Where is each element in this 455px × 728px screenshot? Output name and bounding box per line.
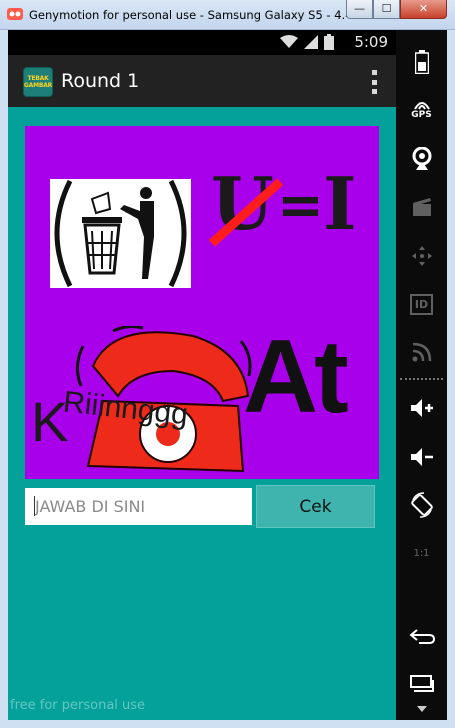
trash-bin-icon <box>54 179 187 288</box>
text-cursor <box>34 496 35 516</box>
genymotion-app-icon <box>7 8 23 20</box>
status-clock: 5:09 <box>354 33 388 51</box>
signal-icon <box>304 35 318 49</box>
back-arrow-icon <box>408 629 435 644</box>
gps-signal-icon <box>413 102 430 110</box>
rotate-button[interactable] <box>396 483 447 527</box>
battery-icon <box>324 34 334 50</box>
window-frame-bottom <box>0 720 455 728</box>
scroll-down-arrow[interactable] <box>396 698 447 720</box>
letters-at: At <box>243 319 349 435</box>
battery-widget-button[interactable] <box>396 40 447 84</box>
volume-down-button[interactable] <box>396 435 447 479</box>
device-id-widget-button[interactable]: ID <box>396 282 447 326</box>
status-bar: 5:09 <box>8 30 396 55</box>
volume-up-icon <box>410 399 433 417</box>
watermark-text: free for personal use <box>10 698 146 713</box>
puzzle-image: U = I K Riiinnggg At <box>25 126 379 479</box>
remote-control-widget-button[interactable] <box>396 234 447 278</box>
recent-apps-icon <box>409 675 434 692</box>
rss-icon <box>412 342 431 362</box>
volume-down-icon <box>410 448 433 466</box>
maximize-button[interactable]: ☐ <box>373 0 400 19</box>
clapperboard-icon <box>412 198 431 216</box>
webcam-icon <box>412 147 431 170</box>
window-frame-right <box>447 30 455 728</box>
answer-input[interactable] <box>25 488 252 525</box>
letter-i: I <box>323 161 357 246</box>
rotate-icon <box>410 492 433 518</box>
window-titlebar: Genymotion for personal use - Samsung Ga… <box>0 0 455 30</box>
network-widget-button[interactable] <box>396 330 447 374</box>
trash-bin-picture <box>50 179 191 288</box>
pixel-perfect-button[interactable]: 1:1 <box>396 531 447 575</box>
overflow-menu-icon[interactable] <box>370 70 378 94</box>
webcam-widget-button[interactable] <box>396 137 447 181</box>
chevron-down-icon <box>416 706 427 712</box>
volume-up-button[interactable] <box>396 386 447 430</box>
genymotion-toolbar: GPS ID 1:1 <box>396 30 447 720</box>
toolbar-divider <box>400 378 443 380</box>
battery-widget-icon <box>414 50 429 74</box>
app-logo[interactable]: TEBAK GAMBAR <box>23 67 53 97</box>
logo-text-line2: GAMBAR <box>23 82 53 89</box>
gps-label: GPS <box>411 110 432 120</box>
android-screen: 5:09 TEBAK GAMBAR Round 1 U = I K Riiinn… <box>8 30 396 720</box>
equals-sign: = <box>277 173 324 238</box>
id-icon: ID <box>409 293 434 315</box>
action-bar: TEBAK GAMBAR Round 1 <box>8 55 396 107</box>
gps-widget-button[interactable]: GPS <box>396 88 447 132</box>
minimize-button[interactable]: — <box>346 0 373 19</box>
check-button[interactable]: Cek <box>256 485 375 528</box>
back-button[interactable] <box>396 614 447 658</box>
close-button[interactable]: ✕ <box>400 0 447 19</box>
page-title: Round 1 <box>61 70 140 92</box>
ratio-icon: 1:1 <box>413 547 430 559</box>
logo-text-line1: TEBAK <box>27 75 49 82</box>
screencast-widget-button[interactable] <box>396 185 447 229</box>
wifi-icon <box>280 35 298 48</box>
window-title: Genymotion for personal use - Samsung Ga… <box>29 8 347 22</box>
dpad-icon <box>411 246 432 266</box>
